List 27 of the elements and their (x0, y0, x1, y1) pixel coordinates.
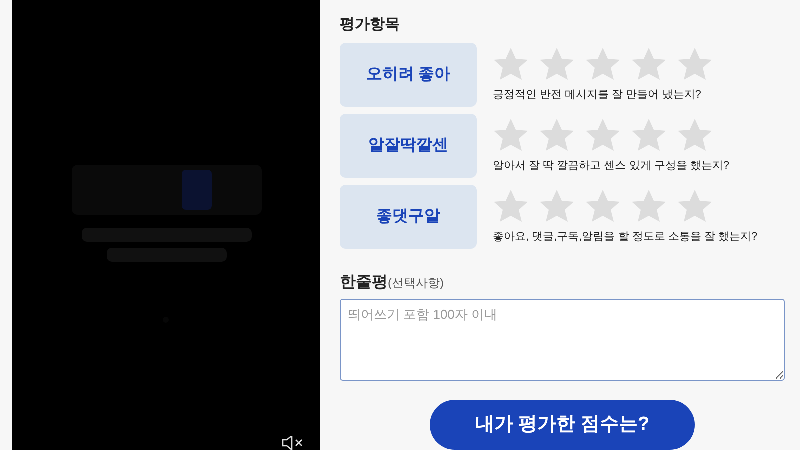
star-icon[interactable] (677, 188, 713, 222)
star-icon[interactable] (585, 118, 621, 152)
criterion-label: 오히려 좋아 (340, 42, 477, 106)
section-title: 평가항목 (340, 15, 401, 35)
star-icon[interactable] (631, 46, 667, 80)
criterion-question: 좋아요, 댓글,구독,알림을 할 정도로 소통을 잘 했는지? (493, 230, 758, 244)
star-icon[interactable] (539, 188, 575, 222)
mute-icon[interactable] (282, 436, 304, 450)
review-title: 한줄평 (340, 272, 388, 292)
criterion-label: 알잘딱깔센 (340, 114, 477, 178)
criterion-question: 알아서 잘 딱 깔끔하고 센스 있게 구성을 했는지? (493, 158, 730, 174)
star-icon[interactable] (677, 118, 713, 152)
star-icon[interactable] (585, 188, 621, 222)
star-icon[interactable] (677, 46, 713, 80)
submit-button[interactable]: 내가 평가한 점수는? (430, 400, 695, 450)
review-field[interactable]: 띄어쓰기 포함 100자 이내 (340, 298, 785, 381)
star-icon[interactable] (631, 118, 667, 152)
star-icon[interactable] (539, 118, 575, 152)
star-icon[interactable] (539, 46, 575, 80)
criterion-question: 긍정적인 반전 메시지를 잘 만들어 냈는지? (493, 88, 702, 102)
optional-note: (선택사항) (388, 274, 444, 292)
criterion-label: 좋댓구알 (340, 184, 477, 248)
star-icon[interactable] (631, 188, 667, 222)
star-icon[interactable] (585, 46, 621, 80)
star-icon[interactable] (493, 118, 529, 152)
star-icon[interactable] (493, 188, 529, 222)
star-icon[interactable] (493, 46, 529, 80)
